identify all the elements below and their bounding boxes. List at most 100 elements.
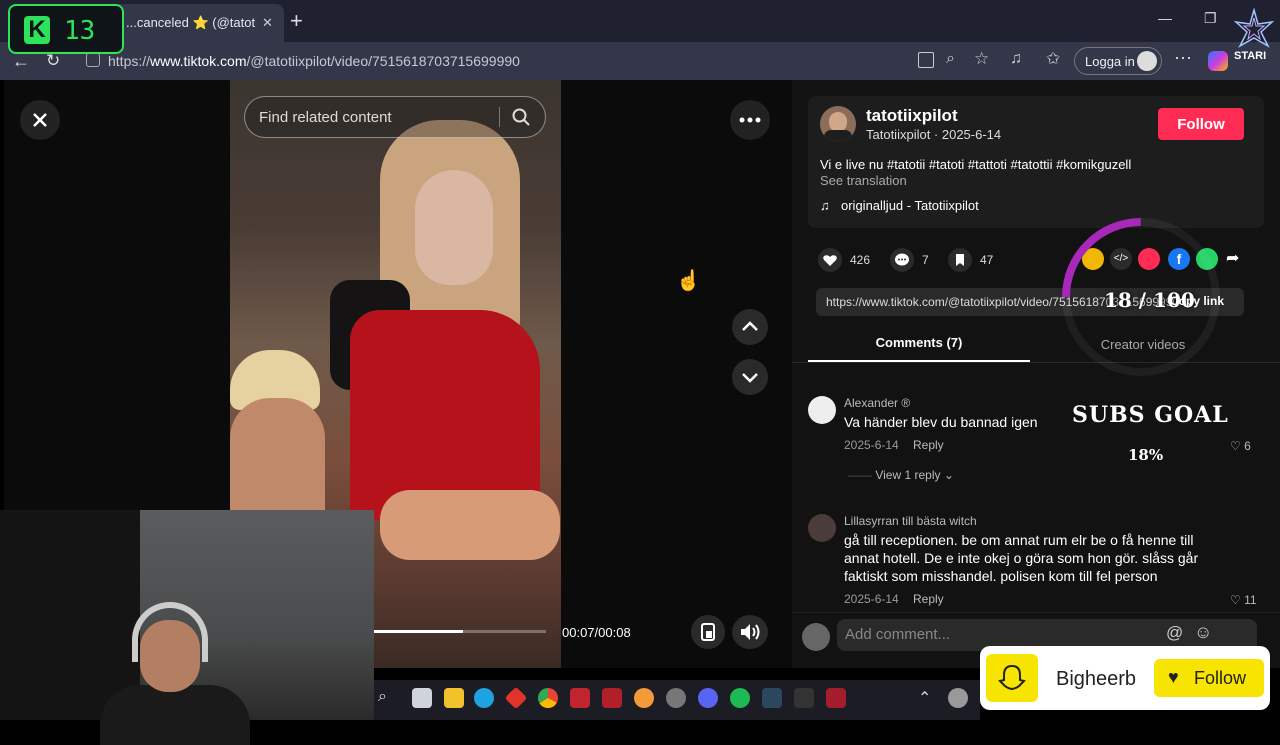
heart-icon [818, 248, 842, 272]
copy-link-button[interactable]: Copy link [1170, 294, 1224, 308]
close-icon [33, 113, 47, 127]
follow-button[interactable]: Follow [1158, 108, 1244, 140]
tab-divider [792, 362, 1280, 363]
search-taskbar-icon[interactable]: ⌕ [378, 688, 387, 706]
comment-date: 2025-6-14 [844, 592, 899, 606]
edge-icon[interactable] [474, 688, 494, 708]
kick-logo-icon: K [24, 16, 50, 44]
volume-button[interactable] [732, 615, 768, 649]
bookmark-icon [948, 248, 972, 272]
reply-line: —— [848, 468, 872, 482]
site-info-icon[interactable] [86, 53, 100, 67]
obs-icon[interactable] [666, 688, 686, 708]
more-menu-icon[interactable]: ⋯ [1174, 48, 1192, 69]
viewer-count: 13 [64, 16, 96, 46]
tray-app-icon[interactable] [948, 688, 968, 708]
login-label: Logga in [1085, 54, 1135, 69]
chevron-down-icon: ⌄ [943, 468, 954, 482]
app-tf-icon[interactable] [826, 688, 846, 708]
my-avatar [802, 623, 830, 651]
back-arrow-icon[interactable]: ← [12, 51, 30, 72]
close-button[interactable] [20, 100, 60, 140]
steam-icon[interactable] [762, 688, 782, 708]
commenter-avatar[interactable] [808, 396, 836, 424]
post-info-card: tatotiixpilot Tatotiixpilot · 2025-6-14 … [808, 96, 1264, 228]
author-avatar[interactable] [820, 106, 856, 142]
tab-title: ...canceled ⭐ (@tatotii [126, 15, 256, 30]
next-video-button[interactable] [732, 359, 768, 395]
comment-text: Va händer blev du bannad igen [844, 414, 1038, 430]
zoom-icon[interactable]: ⌕ [946, 50, 955, 68]
details-panel: tatotiixpilot Tatotiixpilot · 2025-6-14 … [792, 80, 1280, 668]
commenter-name[interactable]: Alexander ® [844, 396, 910, 410]
tray-chevron-up-icon[interactable]: ⌃ [918, 688, 931, 708]
subs-goal-percent: 18% [1128, 446, 1164, 464]
follow-alert-label: Follow [1194, 668, 1247, 688]
snapchat-ghost-icon [986, 654, 1038, 702]
music-note-icon: ♫ [820, 198, 830, 213]
picture-in-picture-button[interactable] [691, 615, 725, 649]
tab-close-icon[interactable]: ✕ [262, 15, 273, 31]
epic-games-icon[interactable] [794, 688, 814, 708]
follower-name: Bigheerb [1056, 668, 1137, 690]
browser-tab-bar: ...canceled ⭐ (@tatotii ✕ + — ❐ [0, 0, 1280, 42]
emoji-icon[interactable]: ☺ [1194, 622, 1212, 643]
author-subtitle: Tatotiixpilot · 2025-6-14 [866, 127, 1002, 142]
comment-like[interactable]: ♡ 6 [1230, 439, 1251, 453]
reply-button[interactable]: Reply [913, 438, 944, 452]
comment-like-count: 6 [1244, 439, 1251, 453]
webcam-streamer-body [100, 685, 250, 745]
app-red-icon[interactable] [504, 686, 528, 710]
search-divider [499, 107, 500, 127]
search-icon[interactable] [511, 107, 531, 127]
star-brand-text: STARI [1234, 50, 1267, 62]
discord-icon[interactable] [698, 688, 718, 708]
chrome-icon[interactable] [538, 688, 558, 708]
tab-comments[interactable]: Comments (7) [808, 335, 1030, 350]
more-options-button[interactable] [730, 100, 770, 140]
favorite-star-icon[interactable]: ☆ [974, 49, 989, 69]
follow-alert-card: Bigheerb ♥ Follow [980, 646, 1270, 710]
video-progress-bar[interactable] [374, 630, 546, 633]
save-count: 47 [980, 253, 994, 267]
spotify-icon[interactable] [730, 688, 750, 708]
refresh-icon[interactable]: ↻ [46, 51, 60, 71]
ellipsis-icon [739, 117, 761, 123]
login-button[interactable]: Logga in [1074, 47, 1162, 75]
browser-tab[interactable]: ...canceled ⭐ (@tatotii ✕ [112, 4, 284, 42]
windows-taskbar: ⌕ ⌃ [374, 680, 980, 720]
restore-icon[interactable]: ❐ [1204, 10, 1217, 27]
see-translation-link[interactable]: See translation [820, 173, 907, 188]
find-related-search[interactable]: Find related content [244, 96, 546, 138]
commenter-name[interactable]: Lillasyrran till bästa witch [844, 514, 977, 528]
comment-like-count: 11 [1244, 593, 1257, 607]
url-host: www.tiktok.com [150, 53, 247, 69]
read-aloud-icon[interactable]: ♫ [1010, 50, 1022, 68]
copilot-icon[interactable] [1208, 51, 1228, 71]
mention-icon[interactable]: @ [1166, 623, 1183, 643]
view-replies-button[interactable]: —— View 1 reply ⌄ [848, 468, 954, 482]
mcafee-icon[interactable] [602, 688, 622, 708]
previous-video-button[interactable] [732, 309, 768, 345]
adobe-icon[interactable] [570, 688, 590, 708]
share-arrow-icon[interactable]: ➦ [1226, 248, 1239, 268]
file-explorer-icon[interactable] [444, 688, 464, 708]
heart-outline-icon: ♡ [1230, 593, 1241, 607]
reply-button[interactable]: Reply [913, 592, 944, 606]
favorites-icon[interactable]: ✩ [1046, 49, 1060, 69]
video-time: 00:07/00:08 [562, 625, 631, 640]
headset-icon [132, 602, 208, 662]
commenter-avatar[interactable] [808, 514, 836, 542]
app-orange-icon[interactable] [634, 688, 654, 708]
webcam-overlay [0, 510, 374, 745]
search-placeholder: Find related content [259, 109, 392, 126]
comment-like[interactable]: ♡ 11 [1230, 593, 1257, 607]
task-view-icon[interactable] [412, 688, 432, 708]
author-handle[interactable]: tatotiixpilot [866, 106, 958, 126]
comment-text: gå till receptionen. be om annat rum elr… [844, 532, 1199, 584]
new-tab-button[interactable]: + [290, 8, 303, 34]
minimize-icon[interactable]: — [1158, 10, 1172, 26]
url-field[interactable]: https://www.tiktok.com/@tatotiixpilot/vi… [78, 47, 898, 75]
profile-avatar-icon [1137, 51, 1157, 71]
apps-icon[interactable] [918, 52, 934, 68]
